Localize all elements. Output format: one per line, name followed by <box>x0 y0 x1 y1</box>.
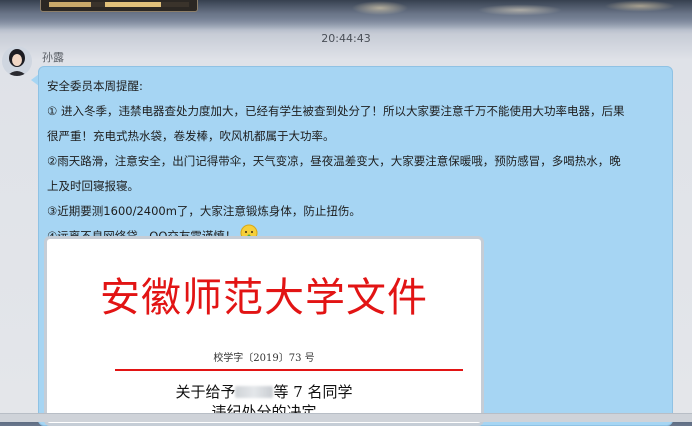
message-line: ① 进入冬季，违禁电器查处力度加大，已经有学生被查到处分了！所以大家要注意千万不… <box>47 104 625 118</box>
sender-name: 孙露 <box>42 51 64 64</box>
message-text[interactable]: 安全委员本周提醒: ① 进入冬季，违禁电器查处力度加大，已经有学生被查到处分了！… <box>47 74 667 249</box>
previous-image-thumbnail[interactable] <box>40 0 198 12</box>
document-number: 校学字〔2019〕73 号 <box>213 353 315 364</box>
document-image[interactable]: 安徽师范大学文件 校学字〔2019〕73 号 关于给予等 7 名同学 违纪处分的… <box>44 236 484 426</box>
message-line: ③近期要测1600/2400m了，大家注意锻炼身体，防止扭伤。 <box>47 204 361 218</box>
subject-prefix: 关于给予 <box>175 383 236 401</box>
message-line: ②雨天路滑，注意安全，出门记得带伞，天气变凉，昼夜温差变大，大家要注意保暖哦，预… <box>47 154 621 168</box>
redacted-name <box>235 386 274 398</box>
avatar[interactable] <box>2 46 32 76</box>
document-title: 安徽师范大学文件 <box>100 275 428 321</box>
message-line: 安全委员本周提醒: <box>47 79 143 93</box>
avatar-image <box>2 46 32 76</box>
subject-suffix: 等 7 名同学 <box>273 383 353 401</box>
message-timestamp: 20:44:43 <box>321 32 371 45</box>
message-line: 上及时回寝报寝。 <box>47 179 139 193</box>
document-red-rule <box>115 369 463 371</box>
message-line: 很严重！充电式热水袋，卷发棒，吹风机都属于大功率。 <box>47 129 335 143</box>
